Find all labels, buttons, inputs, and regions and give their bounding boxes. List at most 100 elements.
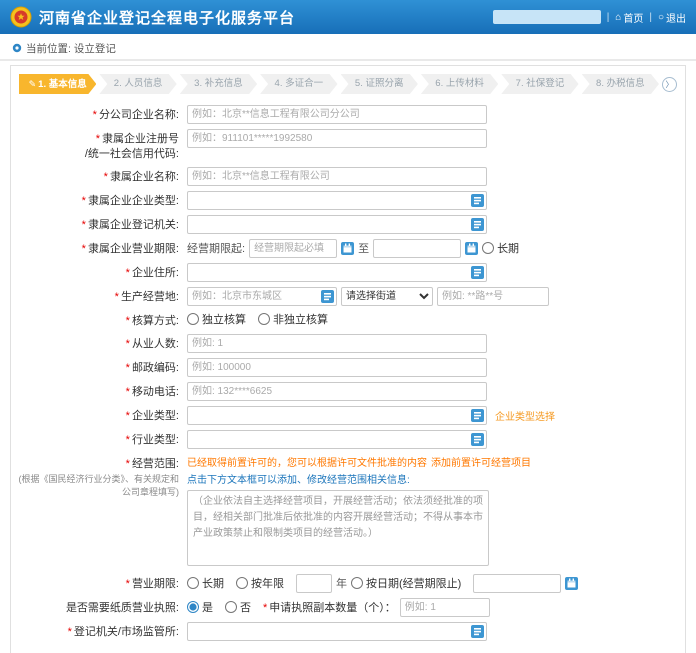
breadcrumb: 当前位置: 设立登记 bbox=[26, 41, 116, 56]
parent-term-longterm-radio[interactable] bbox=[482, 242, 494, 254]
form-row-paper-license: 是否需要纸质营业执照: 是 否 *申请执照副本数量（个）： bbox=[17, 597, 679, 617]
term-years-input[interactable] bbox=[296, 574, 332, 593]
industry-type-input[interactable] bbox=[187, 430, 487, 449]
term-by-date-radio[interactable] bbox=[351, 577, 363, 589]
term-end-calendar-icon[interactable] bbox=[465, 242, 478, 255]
branch-name-input[interactable] bbox=[187, 105, 487, 124]
parent-type-input[interactable] bbox=[187, 191, 487, 210]
home-icon: ⌂ bbox=[615, 12, 621, 23]
business-scope-textarea[interactable]: （企业依法自主选择经营项目，开展经营活动；依法须经批准的项目，经相关部门批准后依… bbox=[187, 490, 489, 566]
term-longterm-option[interactable]: 长期 bbox=[187, 575, 224, 591]
field-label: *企业住所: bbox=[17, 262, 187, 281]
employees-input[interactable] bbox=[187, 334, 487, 353]
step-tab-tax-info[interactable]: 8. 办税信息 bbox=[582, 74, 659, 94]
form-row-employees: *从业人数: bbox=[17, 333, 679, 353]
form-row-mobile: *移动电话: bbox=[17, 381, 679, 401]
field-label: *核算方式: bbox=[17, 310, 187, 329]
business-site-area-input[interactable] bbox=[187, 287, 337, 306]
license-copies-input[interactable] bbox=[400, 598, 490, 617]
postcode-input[interactable] bbox=[187, 358, 487, 377]
step-tab-multi-cert[interactable]: 4. 多证合一 bbox=[260, 74, 337, 94]
form-row-business-term: *营业期限: 长期 按年限 年 按日期(经营期限止) bbox=[17, 573, 679, 593]
parent-term-start-input[interactable] bbox=[249, 239, 337, 258]
form-row-parent-term: *隶属企业营业期限: 经营期限起: 至 长期 bbox=[17, 238, 679, 258]
field-label: *隶属企业登记机关: bbox=[17, 214, 187, 233]
home-link-label: 首页 bbox=[623, 10, 643, 25]
form-row-business-site: *生产经营地: 请选择街道 bbox=[17, 286, 679, 306]
step-tab-upload[interactable]: 6. 上传材料 bbox=[421, 74, 498, 94]
term-start-label: 经营期限起: bbox=[187, 240, 245, 256]
add-pre-license-link[interactable]: 添加前置许可经营项目 bbox=[431, 458, 531, 469]
step-label: 1. 基本信息 bbox=[38, 79, 87, 90]
paper-license-no-option[interactable]: 否 bbox=[225, 599, 251, 615]
business-site-detail-input[interactable] bbox=[437, 287, 549, 306]
street-select[interactable]: 请选择街道 bbox=[341, 287, 433, 306]
parent-term-end-input[interactable] bbox=[373, 239, 461, 258]
address-picker-icon[interactable] bbox=[471, 266, 484, 279]
registry-input[interactable] bbox=[187, 622, 487, 641]
form-row-business-scope: *经营范围: (根据《国民经济行业分类》、有关规定和公司章程填写) 已经取得前置… bbox=[17, 453, 679, 569]
accounting-independent-option[interactable]: 独立核算 bbox=[187, 311, 246, 327]
field-label: *移动电话: bbox=[17, 381, 187, 400]
step-label: 6. 上传材料 bbox=[435, 78, 484, 89]
step-tab-social-security[interactable]: 7. 社保登记 bbox=[501, 74, 578, 94]
step-tab-supplementary[interactable]: 3. 补充信息 bbox=[180, 74, 257, 94]
field-label: *邮政编码: bbox=[17, 357, 187, 376]
term-longterm-radio[interactable] bbox=[187, 577, 199, 589]
accounting-non-independent-radio[interactable] bbox=[258, 313, 270, 325]
logout-link-label: 退出 bbox=[666, 10, 686, 25]
nav-divider: | bbox=[649, 12, 652, 23]
accounting-independent-radio[interactable] bbox=[187, 313, 199, 325]
step-label: 4. 多证合一 bbox=[275, 78, 324, 89]
form-row-parent-authority: *隶属企业登记机关: bbox=[17, 214, 679, 234]
term-end-date-calendar-icon[interactable] bbox=[565, 577, 578, 590]
field-label: *登记机关/市场监管所: bbox=[17, 621, 187, 640]
step-tab-personnel[interactable]: 2. 人员信息 bbox=[99, 74, 176, 94]
mobile-input[interactable] bbox=[187, 382, 487, 401]
address-input[interactable] bbox=[187, 263, 487, 282]
term-end-date-input[interactable] bbox=[473, 574, 561, 593]
form-row-registry: *登记机关/市场监管所: bbox=[17, 621, 679, 641]
parent-code-input[interactable] bbox=[187, 129, 487, 148]
paper-license-yes-radio[interactable] bbox=[187, 601, 199, 613]
main-content: ✎1. 基本信息 2. 人员信息 3. 补充信息 4. 多证合一 5. 证照分离… bbox=[10, 65, 686, 653]
paper-license-no-radio[interactable] bbox=[225, 601, 237, 613]
parent-name-input[interactable] bbox=[187, 167, 487, 186]
parent-type-picker-icon[interactable] bbox=[471, 194, 484, 207]
field-label: *隶属企业营业期限: bbox=[17, 238, 187, 257]
company-type-select-link[interactable]: 企业类型选择 bbox=[495, 408, 555, 423]
parent-authority-picker-icon[interactable] bbox=[471, 218, 484, 231]
step-tab-basic-info[interactable]: ✎1. 基本信息 bbox=[19, 74, 96, 94]
paper-license-yes-option[interactable]: 是 bbox=[187, 599, 213, 615]
term-start-calendar-icon[interactable] bbox=[341, 242, 354, 255]
field-label: *行业类型: bbox=[17, 429, 187, 448]
company-type-input[interactable] bbox=[187, 406, 487, 425]
term-by-date-option[interactable]: 按日期(经营期限止) bbox=[351, 575, 461, 591]
step-label: 7. 社保登记 bbox=[516, 78, 565, 89]
form-row-parent-code: *隶属企业注册号 /统一社会信用代码: bbox=[17, 128, 679, 162]
term-year-suffix: 年 bbox=[336, 575, 347, 591]
field-label: 是否需要纸质营业执照: bbox=[17, 597, 187, 616]
accounting-non-independent-option[interactable]: 非独立核算 bbox=[258, 311, 328, 327]
form-row-postcode: *邮政编码: bbox=[17, 357, 679, 377]
steps-chevron-right-icon[interactable]: 〉 bbox=[662, 77, 677, 92]
term-by-years-radio[interactable] bbox=[236, 577, 248, 589]
logout-link[interactable]: ○ 退出 bbox=[658, 10, 686, 25]
step-label: 8. 办税信息 bbox=[596, 78, 645, 89]
parent-term-longterm-option[interactable]: 长期 bbox=[482, 240, 519, 256]
form-row-parent-name: *隶属企业名称: bbox=[17, 166, 679, 186]
business-scope-sublabel: (根据《国民经济行业分类》、有关规定和公司章程填写) bbox=[17, 473, 179, 498]
registry-picker-icon[interactable] bbox=[471, 625, 484, 638]
breadcrumb-bar: 当前位置: 设立登记 bbox=[0, 37, 696, 61]
home-link[interactable]: ⌂ 首页 bbox=[615, 10, 643, 25]
app-title: 河南省企业登记全程电子化服务平台 bbox=[39, 7, 295, 28]
field-label: *隶属企业企业类型: bbox=[17, 190, 187, 209]
industry-type-picker-icon[interactable] bbox=[471, 433, 484, 446]
company-type-picker-icon[interactable] bbox=[471, 409, 484, 422]
business-site-picker-icon[interactable] bbox=[321, 290, 334, 303]
form-row-accounting: *核算方式: 独立核算 非独立核算 bbox=[17, 310, 679, 329]
scope-notice-blue: 点击下方文本框可以添加、修改经营范围相关信息: bbox=[187, 475, 410, 486]
term-by-years-option[interactable]: 按年限 bbox=[236, 575, 284, 591]
step-tab-cert-separation[interactable]: 5. 证照分离 bbox=[341, 74, 418, 94]
parent-authority-input[interactable] bbox=[187, 215, 487, 234]
